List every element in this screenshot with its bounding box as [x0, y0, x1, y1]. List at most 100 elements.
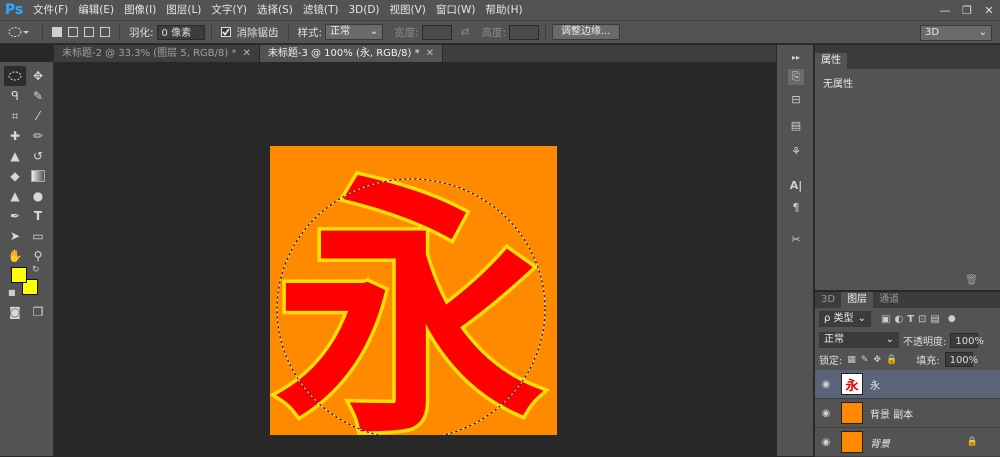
- collapse-icon[interactable]: ▸▸: [785, 49, 807, 65]
- visibility-eye-icon[interactable]: ◉: [815, 379, 837, 390]
- tab-untitled-2[interactable]: 未标题-2 @ 33.3% (图层 5, RGB/8) * ✕: [54, 45, 260, 62]
- minimize-button[interactable]: —: [934, 0, 956, 20]
- document-tab-bar: 未标题-2 @ 33.3% (图层 5, RGB/8) * ✕ 未标题-3 @ 1…: [54, 45, 776, 62]
- menu-window[interactable]: 窗口(W): [431, 0, 481, 20]
- rectangle-tool-icon[interactable]: ▭: [27, 226, 49, 246]
- refine-edge-button[interactable]: 调整边缘...: [552, 24, 620, 40]
- menu-filter[interactable]: 滤镜(T): [298, 0, 344, 20]
- trash-icon[interactable]: 🗑: [965, 275, 978, 286]
- document-canvas[interactable]: 永: [270, 146, 557, 435]
- restore-button[interactable]: ❐: [956, 0, 978, 20]
- menu-type[interactable]: 文字(Y): [206, 0, 252, 20]
- menu-file[interactable]: 文件(F): [28, 0, 73, 20]
- quick-mask-icon[interactable]: ◙: [4, 302, 26, 322]
- tools-icon[interactable]: ✂: [788, 231, 804, 247]
- new-selection-icon[interactable]: [52, 27, 62, 37]
- lock-all-icon[interactable]: 🔒: [886, 355, 897, 365]
- properties-content: 无属性: [823, 79, 853, 90]
- layer-row-background-copy[interactable]: ◉ 背景 副本: [815, 399, 1000, 428]
- pen-tool-icon[interactable]: ✒: [4, 206, 26, 226]
- feather-label: 羽化:: [129, 26, 154, 39]
- clone-source-icon[interactable]: ⚘: [788, 143, 804, 159]
- default-colors-icon[interactable]: ■: [8, 288, 16, 297]
- tab-layers[interactable]: 图层: [841, 292, 874, 308]
- gradient-tool-icon[interactable]: [27, 166, 49, 186]
- clone-stamp-tool-icon[interactable]: ▲: [4, 146, 26, 166]
- blend-mode-select[interactable]: 正常 ⌄: [819, 332, 899, 348]
- antialias-checkbox[interactable]: [220, 27, 231, 37]
- move-tool-icon[interactable]: ✥: [27, 66, 49, 86]
- options-bar: 羽化: 0 像素 消除锯齿 样式: 正常 ⌄ 宽度: ⇄ 高度: 调整边缘... …: [0, 20, 1000, 44]
- workspace-select[interactable]: 3D ⌄: [920, 25, 992, 41]
- crop-tool-icon[interactable]: ⌗: [4, 106, 26, 126]
- paragraph-icon[interactable]: ¶: [788, 199, 804, 215]
- type-tool-icon[interactable]: T: [27, 206, 49, 226]
- zoom-tool-icon[interactable]: ⚲: [27, 246, 49, 266]
- elliptical-marquee-tool-icon[interactable]: [4, 66, 26, 86]
- filter-adjustment-icon[interactable]: ◐: [894, 314, 903, 325]
- blur-tool-icon[interactable]: ▲: [4, 186, 26, 206]
- layer-filter-select[interactable]: ρ 类型 ⌄: [819, 311, 871, 327]
- swap-icon[interactable]: ⇄: [458, 26, 473, 38]
- visibility-eye-icon[interactable]: ◉: [815, 437, 837, 448]
- dodge-tool-icon[interactable]: ●: [27, 186, 49, 206]
- style-select[interactable]: 正常 ⌄: [325, 24, 384, 40]
- brush-tool-icon[interactable]: ✏: [27, 126, 49, 146]
- swap-colors-icon[interactable]: ↻: [32, 265, 40, 275]
- add-selection-icon[interactable]: [68, 27, 78, 37]
- opacity-input[interactable]: 100%: [950, 332, 984, 348]
- menu-3d[interactable]: 3D(D): [343, 0, 384, 20]
- lock-pixels-icon[interactable]: ✎: [861, 355, 869, 365]
- close-icon[interactable]: ✕: [242, 48, 250, 59]
- menu-image[interactable]: 图像(I): [119, 0, 161, 20]
- photoshop-logo: Ps: [4, 2, 24, 18]
- eyedropper-tool-icon[interactable]: ⁄: [27, 106, 49, 126]
- height-input[interactable]: [509, 24, 539, 40]
- hand-tool-icon[interactable]: ✋: [4, 246, 26, 266]
- tab-3d[interactable]: 3D: [815, 292, 841, 308]
- fill-input[interactable]: 100%: [944, 352, 978, 367]
- tab-properties[interactable]: 属性: [815, 53, 847, 69]
- navigator-icon[interactable]: ⊟: [788, 91, 804, 107]
- menu-help[interactable]: 帮助(H): [481, 0, 528, 20]
- menu-layer[interactable]: 图层(L): [161, 0, 206, 20]
- visibility-eye-icon[interactable]: ◉: [815, 408, 837, 419]
- width-input[interactable]: [421, 24, 452, 40]
- filter-toggle-icon[interactable]: ●: [948, 314, 956, 324]
- lasso-tool-icon[interactable]: ᑫ: [4, 86, 26, 106]
- menu-view[interactable]: 视图(V): [385, 0, 431, 20]
- tab-channels[interactable]: 通道: [873, 292, 905, 308]
- brush-presets-icon[interactable]: ▤: [788, 117, 804, 133]
- feather-input[interactable]: 0 像素: [156, 24, 205, 40]
- foreground-color-swatch[interactable]: [11, 267, 27, 283]
- intersect-selection-icon[interactable]: [100, 27, 110, 37]
- fill-label: 填充:: [916, 356, 940, 367]
- divider: [119, 24, 120, 40]
- quick-selection-tool-icon[interactable]: ✎: [27, 86, 49, 106]
- filter-smart-icon[interactable]: ▤: [930, 314, 939, 325]
- layers-panel: 3D 图层 通道 ρ 类型 ⌄ ▣ ◐ T ⊡ ▤ ● 正常 ⌄ 不透明度: 100…: [815, 292, 1000, 457]
- menu-edit[interactable]: 编辑(E): [73, 0, 119, 20]
- path-selection-tool-icon[interactable]: ➤: [4, 226, 26, 246]
- lock-transparency-icon[interactable]: ▦: [847, 355, 856, 365]
- layer-row-background[interactable]: ◉ 背景 🔒: [815, 428, 1000, 457]
- close-icon[interactable]: ✕: [426, 48, 434, 59]
- close-button[interactable]: ✕: [978, 0, 1000, 20]
- filter-type-icon[interactable]: T: [907, 314, 914, 325]
- screen-mode-icon[interactable]: ❐: [27, 302, 49, 322]
- history-brush-tool-icon[interactable]: ↺: [27, 146, 49, 166]
- menu-select[interactable]: 选择(S): [252, 0, 298, 20]
- ellipse-marquee-preset-icon[interactable]: [0, 26, 36, 38]
- divider: [287, 24, 289, 40]
- layer-row-glyph[interactable]: ◉ 永 永: [815, 370, 1000, 399]
- filter-pixel-icon[interactable]: ▣: [881, 314, 890, 325]
- subtract-selection-icon[interactable]: [84, 27, 94, 37]
- tab-untitled-3[interactable]: 未标题-3 @ 100% (永, RGB/8) * ✕: [259, 45, 443, 62]
- lock-position-icon[interactable]: ✥: [873, 355, 881, 365]
- eraser-tool-icon[interactable]: ◆: [4, 166, 26, 186]
- history-icon[interactable]: ⎘: [788, 69, 804, 85]
- layer-thumbnail: [841, 402, 863, 424]
- healing-brush-tool-icon[interactable]: ✚: [4, 126, 26, 146]
- filter-shape-icon[interactable]: ⊡: [918, 314, 926, 325]
- character-icon[interactable]: A|: [788, 177, 804, 193]
